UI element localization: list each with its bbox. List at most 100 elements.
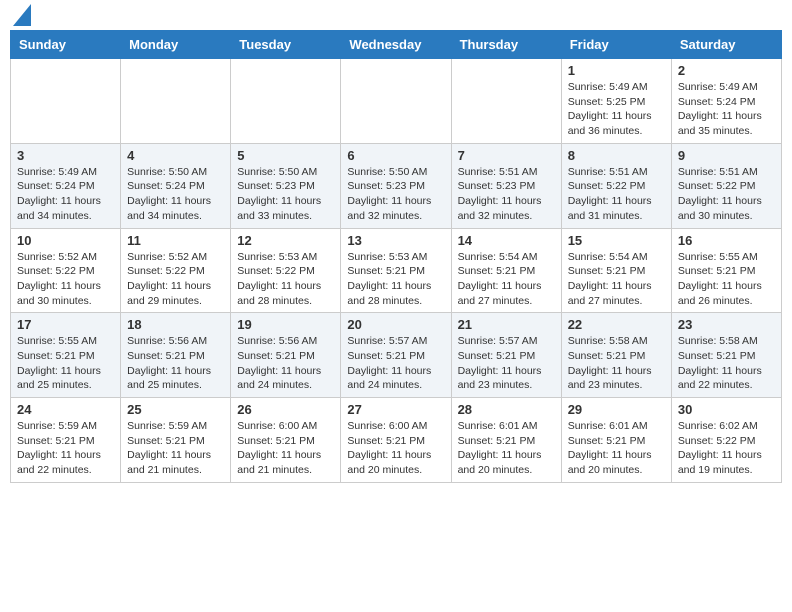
calendar-day-28: 28 Sunrise: 6:01 AM Sunset: 5:21 PM Dayli… [451,398,561,483]
day-number: 25 [127,402,224,417]
day-info: Sunrise: 5:49 AM Sunset: 5:24 PM Dayligh… [17,165,114,224]
day-number: 23 [678,317,775,332]
calendar-day-17: 17Sunrise: 5:55 AM Sunset: 5:21 PM Dayli… [11,313,121,398]
day-number: 11 [127,233,224,248]
day-info: Sunrise: 6:01 AM Sunset: 5:21 PM Dayligh… [568,419,665,478]
day-info: Sunrise: 5:57 AM Sunset: 5:21 PM Dayligh… [347,334,444,393]
day-number: 5 [237,148,334,163]
day-info: Sunrise: 6:02 AM Sunset: 5:22 PM Dayligh… [678,419,775,478]
calendar-day-12: 12 Sunrise: 5:53 AM Sunset: 5:22 PM Dayli… [231,228,341,313]
day-info: Sunrise: 5:49 AM Sunset: 5:25 PM Dayligh… [568,80,665,139]
weekday-header-sunday: Sunday [11,31,121,59]
day-info: Sunrise: 5:50 AM Sunset: 5:23 PM Dayligh… [237,165,334,224]
calendar-day-24: 24 Sunrise: 5:59 AM Sunset: 5:21 PM Dayli… [11,398,121,483]
calendar-day-26: 26 Sunrise: 6:00 AM Sunset: 5:21 PM Dayli… [231,398,341,483]
calendar-week-row: 24 Sunrise: 5:59 AM Sunset: 5:21 PM Dayli… [11,398,782,483]
calendar-day-1: 1 Sunrise: 5:49 AM Sunset: 5:25 PM Daylig… [561,59,671,144]
day-info: Sunrise: 5:50 AM Sunset: 5:23 PM Dayligh… [347,165,444,224]
calendar-day-9: 9 Sunrise: 5:51 AM Sunset: 5:22 PM Daylig… [671,143,781,228]
weekday-header-tuesday: Tuesday [231,31,341,59]
calendar-day-2: 2Sunrise: 5:49 AM Sunset: 5:24 PM Daylig… [671,59,781,144]
day-number: 9 [678,148,775,163]
day-info: Sunrise: 5:59 AM Sunset: 5:21 PM Dayligh… [17,419,114,478]
logo-icon [13,4,31,26]
weekday-header-wednesday: Wednesday [341,31,451,59]
day-number: 3 [17,148,114,163]
day-number: 19 [237,317,334,332]
day-info: Sunrise: 5:53 AM Sunset: 5:22 PM Dayligh… [237,250,334,309]
calendar-day-25: 25 Sunrise: 5:59 AM Sunset: 5:21 PM Dayli… [121,398,231,483]
day-info: Sunrise: 5:51 AM Sunset: 5:22 PM Dayligh… [568,165,665,224]
calendar-day-3: 3 Sunrise: 5:49 AM Sunset: 5:24 PM Daylig… [11,143,121,228]
page-header [10,10,782,22]
calendar-day-10: 10Sunrise: 5:52 AM Sunset: 5:22 PM Dayli… [11,228,121,313]
day-info: Sunrise: 5:50 AM Sunset: 5:24 PM Dayligh… [127,165,224,224]
day-number: 13 [347,233,444,248]
day-number: 18 [127,317,224,332]
weekday-header-friday: Friday [561,31,671,59]
day-info: Sunrise: 5:58 AM Sunset: 5:21 PM Dayligh… [568,334,665,393]
day-number: 21 [458,317,555,332]
calendar-body: 1 Sunrise: 5:49 AM Sunset: 5:25 PM Daylig… [11,59,782,483]
calendar-day-13: 13 Sunrise: 5:53 AM Sunset: 5:21 PM Dayli… [341,228,451,313]
calendar-week-row: 10Sunrise: 5:52 AM Sunset: 5:22 PM Dayli… [11,228,782,313]
calendar-day-30: 30 Sunrise: 6:02 AM Sunset: 5:22 PM Dayli… [671,398,781,483]
day-number: 26 [237,402,334,417]
day-info: Sunrise: 5:56 AM Sunset: 5:21 PM Dayligh… [127,334,224,393]
day-info: Sunrise: 6:01 AM Sunset: 5:21 PM Dayligh… [458,419,555,478]
day-number: 7 [458,148,555,163]
day-info: Sunrise: 5:51 AM Sunset: 5:22 PM Dayligh… [678,165,775,224]
day-number: 12 [237,233,334,248]
calendar-day-23: 23Sunrise: 5:58 AM Sunset: 5:21 PM Dayli… [671,313,781,398]
day-number: 30 [678,402,775,417]
day-info: Sunrise: 5:51 AM Sunset: 5:23 PM Dayligh… [458,165,555,224]
day-number: 28 [458,402,555,417]
day-info: Sunrise: 6:00 AM Sunset: 5:21 PM Dayligh… [347,419,444,478]
day-info: Sunrise: 5:55 AM Sunset: 5:21 PM Dayligh… [678,250,775,309]
day-info: Sunrise: 6:00 AM Sunset: 5:21 PM Dayligh… [237,419,334,478]
empty-cell [231,59,341,144]
calendar-day-5: 5 Sunrise: 5:50 AM Sunset: 5:23 PM Daylig… [231,143,341,228]
day-number: 22 [568,317,665,332]
day-info: Sunrise: 5:53 AM Sunset: 5:21 PM Dayligh… [347,250,444,309]
day-info: Sunrise: 5:52 AM Sunset: 5:22 PM Dayligh… [127,250,224,309]
day-info: Sunrise: 5:59 AM Sunset: 5:21 PM Dayligh… [127,419,224,478]
day-info: Sunrise: 5:56 AM Sunset: 5:21 PM Dayligh… [237,334,334,393]
day-number: 1 [568,63,665,78]
day-number: 6 [347,148,444,163]
calendar-day-15: 15 Sunrise: 5:54 AM Sunset: 5:21 PM Dayli… [561,228,671,313]
day-number: 8 [568,148,665,163]
day-number: 27 [347,402,444,417]
calendar-day-11: 11 Sunrise: 5:52 AM Sunset: 5:22 PM Dayli… [121,228,231,313]
day-number: 4 [127,148,224,163]
logo [10,10,31,22]
calendar-day-19: 19 Sunrise: 5:56 AM Sunset: 5:21 PM Dayli… [231,313,341,398]
day-info: Sunrise: 5:54 AM Sunset: 5:21 PM Dayligh… [458,250,555,309]
day-number: 20 [347,317,444,332]
calendar-week-row: 17Sunrise: 5:55 AM Sunset: 5:21 PM Dayli… [11,313,782,398]
weekday-header-monday: Monday [121,31,231,59]
day-number: 14 [458,233,555,248]
calendar-table: SundayMondayTuesdayWednesdayThursdayFrid… [10,30,782,483]
day-info: Sunrise: 5:54 AM Sunset: 5:21 PM Dayligh… [568,250,665,309]
calendar-week-row: 1 Sunrise: 5:49 AM Sunset: 5:25 PM Daylig… [11,59,782,144]
calendar-day-18: 18 Sunrise: 5:56 AM Sunset: 5:21 PM Dayli… [121,313,231,398]
day-number: 16 [678,233,775,248]
empty-cell [11,59,121,144]
empty-cell [451,59,561,144]
calendar-day-29: 29Sunrise: 6:01 AM Sunset: 5:21 PM Dayli… [561,398,671,483]
calendar-day-4: 4 Sunrise: 5:50 AM Sunset: 5:24 PM Daylig… [121,143,231,228]
weekday-header-row: SundayMondayTuesdayWednesdayThursdayFrid… [11,31,782,59]
weekday-header-thursday: Thursday [451,31,561,59]
day-number: 17 [17,317,114,332]
day-number: 2 [678,63,775,78]
calendar-day-6: 6 Sunrise: 5:50 AM Sunset: 5:23 PM Daylig… [341,143,451,228]
day-info: Sunrise: 5:52 AM Sunset: 5:22 PM Dayligh… [17,250,114,309]
calendar-day-20: 20 Sunrise: 5:57 AM Sunset: 5:21 PM Dayli… [341,313,451,398]
day-info: Sunrise: 5:57 AM Sunset: 5:21 PM Dayligh… [458,334,555,393]
calendar-day-8: 8 Sunrise: 5:51 AM Sunset: 5:22 PM Daylig… [561,143,671,228]
day-number: 15 [568,233,665,248]
empty-cell [121,59,231,144]
day-number: 24 [17,402,114,417]
calendar-day-16: 16 Sunrise: 5:55 AM Sunset: 5:21 PM Dayli… [671,228,781,313]
